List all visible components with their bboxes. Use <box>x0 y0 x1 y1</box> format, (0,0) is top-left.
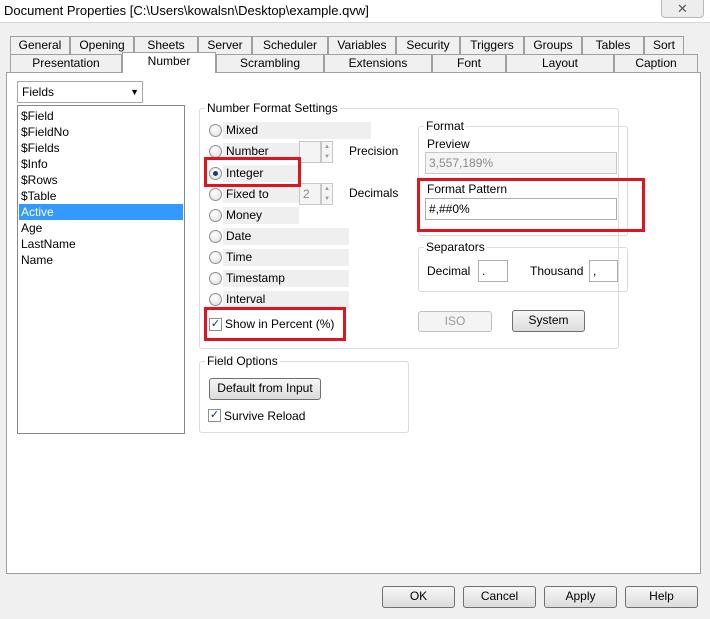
list-item[interactable]: $Field <box>19 108 183 124</box>
thousand-separator-input[interactable]: , <box>589 260 618 282</box>
title-bar: Document Properties [C:\Users\kowalsn\De… <box>0 0 710 22</box>
radio-date[interactable]: Date <box>209 228 351 245</box>
decimals-label: Decimals <box>349 186 399 200</box>
list-item[interactable]: Age <box>19 220 183 236</box>
highlight-show-in-percent <box>204 307 346 341</box>
field-list[interactable]: $Field $FieldNo $Fields $Info $Rows $Tab… <box>17 105 185 434</box>
apply-button[interactable]: Apply <box>544 586 617 608</box>
list-item-selected[interactable]: Active <box>19 204 183 220</box>
list-item[interactable]: Name <box>19 252 183 268</box>
highlight-integer <box>204 157 301 187</box>
tab-security[interactable]: Security <box>396 36 460 54</box>
tab-extensions[interactable]: Extensions <box>324 54 432 72</box>
tab-scrambling[interactable]: Scrambling <box>216 54 324 72</box>
list-item[interactable]: $Fields <box>19 140 183 156</box>
chevron-down-icon: ▼ <box>130 87 139 97</box>
radio-time[interactable]: Time <box>209 249 351 266</box>
close-icon: ✕ <box>677 1 688 16</box>
tab-number[interactable]: Number <box>122 52 216 73</box>
tab-sort[interactable]: Sort <box>644 36 684 54</box>
close-button[interactable]: ✕ <box>661 0 704 18</box>
precision-label: Precision <box>349 144 399 158</box>
radio-timestamp[interactable]: Timestamp <box>209 270 351 287</box>
default-from-input-button[interactable]: Default from Input <box>209 378 321 400</box>
decimals-spinner[interactable]: ▲ ▼ <box>321 183 333 205</box>
list-item[interactable]: $Table <box>19 188 183 204</box>
window-title: Document Properties [C:\Users\kowalsn\De… <box>4 3 369 18</box>
list-item[interactable]: $FieldNo <box>19 124 183 140</box>
fields-dropdown-value: Fields <box>22 85 55 99</box>
preview-label: Preview <box>427 137 470 151</box>
separators-group-label: Separators <box>424 240 487 254</box>
number-format-group-label: Number Format Settings <box>205 101 340 115</box>
preview-field: 3,557,189% <box>425 152 617 174</box>
radio-money-label: Money <box>226 208 263 222</box>
iso-button[interactable]: ISO <box>418 311 492 332</box>
radio-date-label: Date <box>226 229 252 243</box>
radio-interval[interactable]: Interval <box>209 291 351 308</box>
help-button[interactable]: Help <box>625 586 698 608</box>
tab-variables[interactable]: Variables <box>328 36 396 54</box>
tab-groups[interactable]: Groups <box>524 36 582 54</box>
cancel-button[interactable]: Cancel <box>463 586 536 608</box>
radio-mixed[interactable]: Mixed <box>209 122 374 139</box>
system-button[interactable]: System <box>512 310 585 332</box>
precision-spinner[interactable]: ▲ ▼ <box>321 141 333 163</box>
radio-time-label: Time <box>226 250 253 264</box>
decimal-separator-label: Decimal <box>427 264 471 278</box>
radio-mixed-label: Mixed <box>226 123 259 137</box>
radio-timestamp-label: Timestamp <box>226 271 285 285</box>
list-item[interactable]: $Rows <box>19 172 183 188</box>
fields-dropdown[interactable]: Fields ▼ <box>17 81 143 103</box>
thousand-separator-label: Thousand <box>530 264 584 278</box>
checkmark-icon: ✓ <box>208 409 221 422</box>
format-group-label: Format <box>424 119 467 133</box>
list-item[interactable]: LastName <box>19 236 183 252</box>
decimal-separator-input[interactable]: . <box>478 260 508 282</box>
tab-general[interactable]: General <box>10 36 70 54</box>
tab-triggers[interactable]: Triggers <box>460 36 524 54</box>
radio-fixed-to-label: Fixed to <box>226 187 269 201</box>
field-options-group-label: Field Options <box>205 354 280 368</box>
decimals-input[interactable]: 2 <box>299 183 321 205</box>
survive-reload-checkbox[interactable]: ✓ Survive Reload <box>208 408 318 425</box>
list-item[interactable]: $Info <box>19 156 183 172</box>
tab-tables[interactable]: Tables <box>582 36 644 54</box>
tab-layout[interactable]: Layout <box>506 54 614 72</box>
tab-caption[interactable]: Caption <box>614 54 698 72</box>
precision-input[interactable] <box>299 141 321 163</box>
highlight-format-pattern <box>417 178 645 232</box>
tab-presentation[interactable]: Presentation <box>10 54 122 72</box>
radio-interval-label: Interval <box>226 292 266 306</box>
survive-reload-label: Survive Reload <box>224 409 306 423</box>
tab-scheduler[interactable]: Scheduler <box>252 36 328 54</box>
radio-fixed-to[interactable]: Fixed to <box>209 186 299 203</box>
radio-money[interactable]: Money <box>209 207 299 224</box>
tab-font[interactable]: Font <box>432 54 506 72</box>
ok-button[interactable]: OK <box>382 586 455 608</box>
